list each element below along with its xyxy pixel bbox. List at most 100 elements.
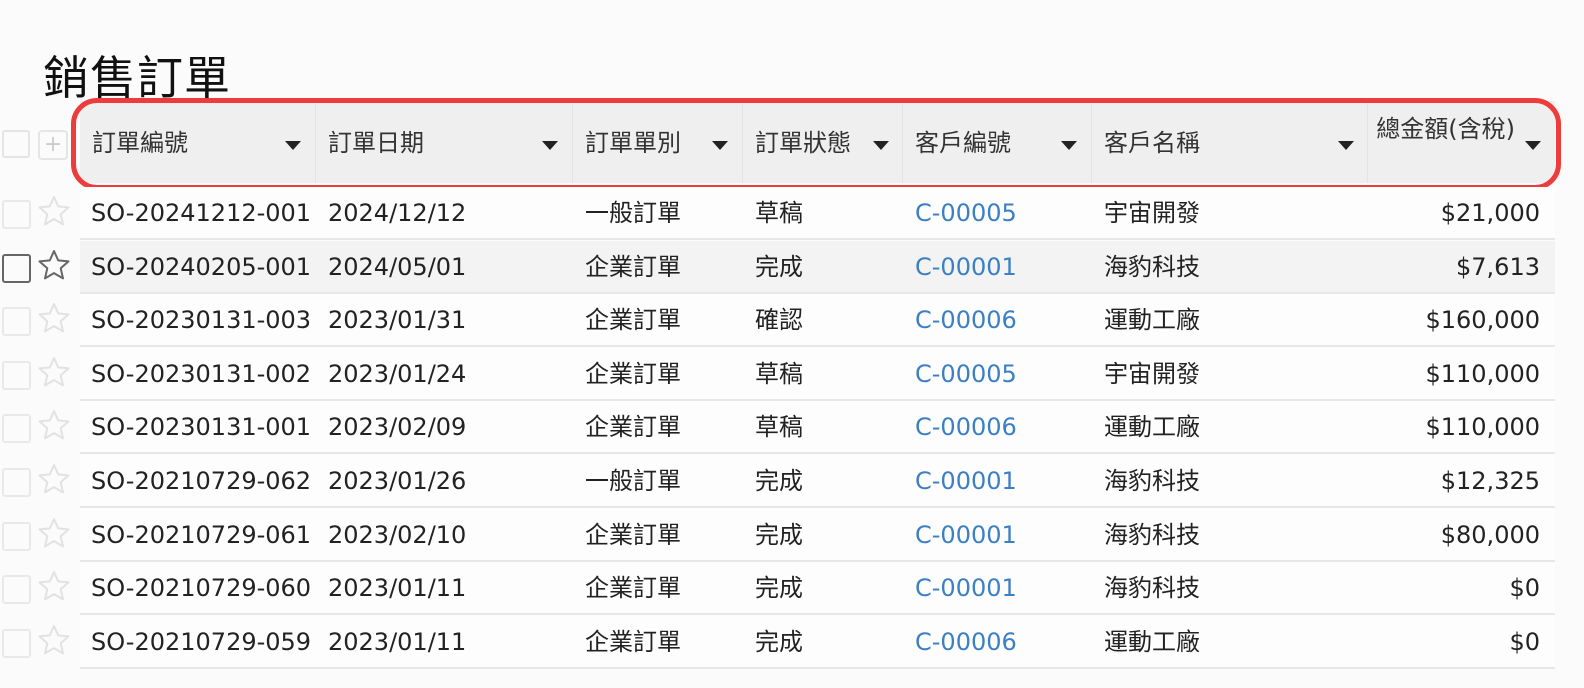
cell-customer-no-link[interactable]: C-00006	[915, 304, 1017, 336]
column-header-customer-name[interactable]: 客戶名稱	[1092, 101, 1368, 183]
row-checkbox[interactable]	[2, 628, 31, 658]
cell-customer-no-link[interactable]: C-00001	[915, 572, 1017, 604]
table-row[interactable]: SO-20240205-001 2024/05/01 企業訂單 完成 C-000…	[0, 240, 1584, 294]
cell-customer-name: 海豹科技	[1104, 467, 1200, 495]
cell-order-date: 2023/01/11	[328, 574, 467, 603]
star-icon[interactable]	[38, 463, 70, 495]
table-row[interactable]: SO-20230131-001 2023/02/09 企業訂單 草稿 C-000…	[0, 401, 1584, 455]
row-checkbox[interactable]	[2, 468, 31, 497]
star-icon[interactable]	[38, 570, 70, 602]
cell-customer-no-link[interactable]: C-00001	[915, 519, 1017, 551]
cell-order-type: 企業訂單	[585, 627, 681, 656]
column-label: 總金額(含稅)	[1376, 115, 1515, 143]
cell-customer-no-link[interactable]: C-00006	[915, 411, 1017, 443]
column-label: 訂單日期	[328, 129, 424, 157]
row-checkbox[interactable]	[2, 575, 31, 605]
cell-total-amount: $12,325	[1440, 467, 1540, 495]
star-icon[interactable]	[38, 409, 70, 441]
row-checkbox[interactable]	[2, 521, 31, 551]
cell-total-amount: $21,000	[1440, 199, 1540, 227]
cell-order-status: 完成	[755, 574, 803, 603]
cell-order-type: 一般訂單	[585, 199, 681, 227]
column-label: 訂單狀態	[755, 129, 851, 157]
table-row[interactable]: SO-20230131-003 2023/01/31 企業訂單 確認 C-000…	[0, 294, 1584, 348]
sort-caret-icon[interactable]	[1061, 141, 1077, 150]
sort-caret-icon[interactable]	[542, 141, 558, 150]
cell-total-amount: $160,000	[1425, 306, 1540, 335]
add-row-button[interactable]: +	[38, 130, 68, 160]
row-checkbox[interactable]	[2, 360, 31, 390]
cell-customer-name: 宇宙開發	[1104, 199, 1200, 227]
cell-order-status: 草稿	[755, 413, 803, 442]
table-row[interactable]: SO-20210729-062 2023/01/26 一般訂單 完成 C-000…	[0, 455, 1584, 508]
cell-order-no[interactable]: SO-20210729-059	[91, 626, 311, 658]
cell-order-status: 完成	[755, 520, 803, 549]
cell-order-no[interactable]: SO-20230131-003	[91, 304, 311, 336]
table-row[interactable]: SO-20210729-059 2023/01/11 企業訂單 完成 C-000…	[0, 615, 1584, 669]
cell-customer-no-link[interactable]: C-00005	[915, 358, 1017, 390]
column-header-customer-no[interactable]: 客戶編號	[903, 101, 1092, 183]
column-label: 訂單單別	[585, 129, 681, 157]
cell-order-no[interactable]: SO-20230131-001	[91, 411, 311, 443]
cell-customer-no-link[interactable]: C-00001	[915, 251, 1017, 283]
cell-order-no[interactable]: SO-20210729-062	[91, 465, 311, 497]
star-icon[interactable]	[38, 624, 70, 656]
column-label: 訂單編號	[92, 129, 188, 157]
star-icon[interactable]	[38, 517, 70, 549]
row-checkbox[interactable]	[2, 414, 31, 444]
cell-order-no[interactable]: SO-20210729-060	[91, 572, 311, 604]
column-header-order-date[interactable]: 訂單日期	[316, 101, 573, 183]
table-row[interactable]: SO-20241212-001 2024/12/12 一般訂單 草稿 C-000…	[0, 187, 1584, 240]
column-header-order-status[interactable]: 訂單狀態	[743, 101, 903, 183]
cell-order-date: 2023/01/24	[328, 359, 467, 388]
row-checkbox[interactable]	[2, 253, 31, 283]
cell-total-amount: $80,000	[1440, 520, 1540, 549]
cell-order-status: 完成	[755, 252, 803, 281]
sort-caret-icon[interactable]	[712, 141, 728, 150]
cell-order-type: 企業訂單	[585, 574, 681, 603]
cell-order-no[interactable]: SO-20230131-002	[91, 358, 311, 390]
cell-order-type: 企業訂單	[585, 413, 681, 442]
cell-order-no[interactable]: SO-20210729-061	[91, 519, 311, 551]
cell-order-date: 2023/01/26	[328, 467, 467, 495]
column-header-order-type[interactable]: 訂單單別	[573, 101, 743, 183]
cell-customer-name: 運動工廠	[1104, 413, 1200, 442]
sort-caret-icon[interactable]	[873, 141, 889, 150]
sort-caret-icon[interactable]	[1525, 141, 1541, 150]
row-checkbox[interactable]	[2, 200, 31, 229]
star-icon[interactable]	[38, 249, 70, 281]
sort-caret-icon[interactable]	[285, 141, 301, 150]
cell-total-amount: $0	[1509, 627, 1540, 656]
column-header-order-no[interactable]: 訂單編號	[80, 101, 316, 183]
cell-order-type: 企業訂單	[585, 252, 681, 281]
cell-customer-name: 宇宙開發	[1104, 359, 1200, 388]
cell-customer-no-link[interactable]: C-00005	[915, 197, 1017, 229]
cell-order-no[interactable]: SO-20241212-001	[91, 197, 311, 229]
column-header-total-amount[interactable]: 總金額(含稅)	[1368, 101, 1555, 183]
cell-order-date: 2023/01/31	[328, 306, 467, 335]
cell-customer-name: 運動工廠	[1104, 627, 1200, 656]
row-checkbox[interactable]	[2, 307, 31, 337]
cell-customer-name: 海豹科技	[1104, 520, 1200, 549]
cell-order-no[interactable]: SO-20240205-001	[91, 251, 311, 283]
column-label: 客戶編號	[915, 129, 1011, 157]
select-all-checkbox[interactable]	[2, 130, 30, 158]
star-icon[interactable]	[38, 195, 70, 227]
star-icon[interactable]	[38, 302, 70, 334]
cell-order-type: 企業訂單	[585, 306, 681, 335]
column-label: 客戶名稱	[1104, 129, 1200, 157]
star-icon[interactable]	[38, 356, 70, 388]
cell-order-date: 2023/01/11	[328, 627, 467, 656]
cell-order-type: 企業訂單	[585, 359, 681, 388]
table-row[interactable]: SO-20210729-060 2023/01/11 企業訂單 完成 C-000…	[0, 562, 1584, 616]
cell-total-amount: $7,613	[1456, 252, 1540, 281]
cell-order-status: 確認	[755, 306, 803, 335]
cell-customer-no-link[interactable]: C-00006	[915, 626, 1017, 658]
cell-order-type: 一般訂單	[585, 467, 681, 495]
table-row[interactable]: SO-20210729-061 2023/02/10 企業訂單 完成 C-000…	[0, 508, 1584, 562]
cell-total-amount: $0	[1509, 574, 1540, 603]
cell-order-status: 草稿	[755, 359, 803, 388]
cell-customer-no-link[interactable]: C-00001	[915, 465, 1017, 497]
cell-order-date: 2024/05/01	[328, 252, 467, 281]
table-row[interactable]: SO-20230131-002 2023/01/24 企業訂單 草稿 C-000…	[0, 347, 1584, 401]
